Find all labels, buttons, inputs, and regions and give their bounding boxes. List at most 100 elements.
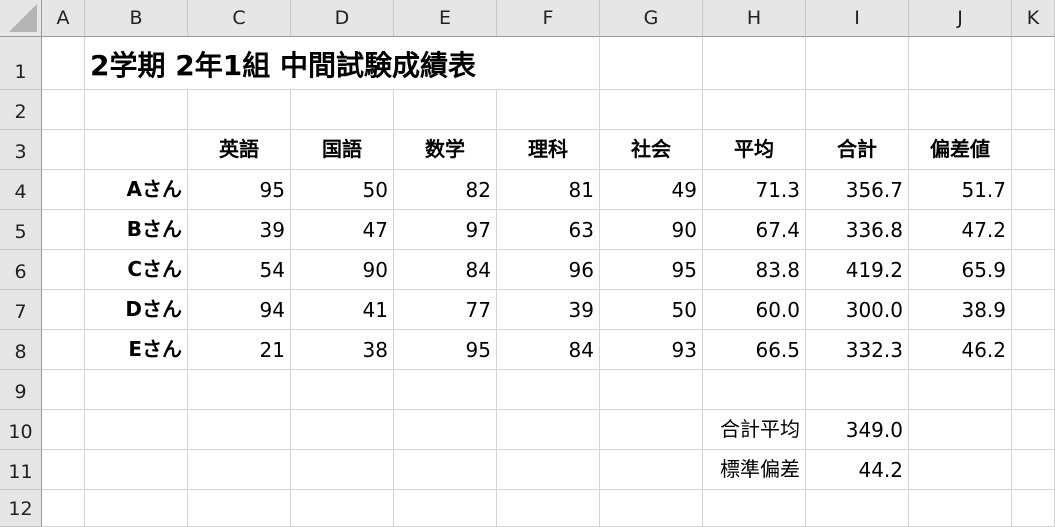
score-cell[interactable]: 39 — [497, 290, 600, 330]
cell-i1[interactable] — [806, 37, 909, 90]
row-header-9[interactable]: 9 — [0, 370, 42, 410]
column-header-c[interactable]: C — [188, 0, 291, 37]
summary-label[interactable]: 標準偏差 — [703, 450, 806, 490]
cell-e2[interactable] — [394, 90, 497, 130]
column-header-a[interactable]: A — [42, 0, 85, 37]
score-cell[interactable]: 90 — [600, 210, 703, 250]
cell-a1[interactable] — [42, 37, 85, 90]
row-header-6[interactable]: 6 — [0, 250, 42, 290]
cell-j2[interactable] — [909, 90, 1012, 130]
cell-h2[interactable] — [703, 90, 806, 130]
column-label[interactable]: 社会 — [600, 130, 703, 170]
cell-b3[interactable] — [85, 130, 188, 170]
column-header-j[interactable]: J — [909, 0, 1012, 37]
score-cell[interactable]: 21 — [188, 330, 291, 370]
cell-f1[interactable] — [497, 37, 600, 90]
cell-i12[interactable] — [806, 490, 909, 527]
score-cell[interactable]: 66.5 — [703, 330, 806, 370]
cell-g11[interactable] — [600, 450, 703, 490]
cell-a5[interactable] — [42, 210, 85, 250]
score-cell[interactable]: 50 — [600, 290, 703, 330]
summary-value[interactable]: 349.0 — [806, 410, 909, 450]
cell-e9[interactable] — [394, 370, 497, 410]
score-cell[interactable]: 90 — [291, 250, 394, 290]
cell-h9[interactable] — [703, 370, 806, 410]
cell-a3[interactable] — [42, 130, 85, 170]
score-cell[interactable]: 46.2 — [909, 330, 1012, 370]
cell-d2[interactable] — [291, 90, 394, 130]
score-cell[interactable]: 82 — [394, 170, 497, 210]
row-header-5[interactable]: 5 — [0, 210, 42, 250]
column-label[interactable]: 英語 — [188, 130, 291, 170]
cell-a10[interactable] — [42, 410, 85, 450]
cell-d9[interactable] — [291, 370, 394, 410]
cell-c9[interactable] — [188, 370, 291, 410]
cell-g2[interactable] — [600, 90, 703, 130]
score-cell[interactable]: 41 — [291, 290, 394, 330]
cell-e10[interactable] — [394, 410, 497, 450]
column-header-g[interactable]: G — [600, 0, 703, 37]
cell-f10[interactable] — [497, 410, 600, 450]
cell-k9[interactable] — [1012, 370, 1055, 410]
row-header-4[interactable]: 4 — [0, 170, 42, 210]
summary-value[interactable]: 44.2 — [806, 450, 909, 490]
student-name[interactable]: Aさん — [85, 170, 188, 210]
cell-j9[interactable] — [909, 370, 1012, 410]
score-cell[interactable]: 39 — [188, 210, 291, 250]
row-header-3[interactable]: 3 — [0, 130, 42, 170]
cell-b2[interactable] — [85, 90, 188, 130]
score-cell[interactable]: 356.7 — [806, 170, 909, 210]
score-cell[interactable]: 97 — [394, 210, 497, 250]
cell-k10[interactable] — [1012, 410, 1055, 450]
student-name[interactable]: Dさん — [85, 290, 188, 330]
cell-j10[interactable] — [909, 410, 1012, 450]
score-cell[interactable]: 96 — [497, 250, 600, 290]
cell-a6[interactable] — [42, 250, 85, 290]
cell-k5[interactable] — [1012, 210, 1055, 250]
cell-b10[interactable] — [85, 410, 188, 450]
cell-k8[interactable] — [1012, 330, 1055, 370]
cell-k3[interactable] — [1012, 130, 1055, 170]
score-cell[interactable]: 84 — [394, 250, 497, 290]
row-header-2[interactable]: 2 — [0, 90, 42, 130]
cell-k12[interactable] — [1012, 490, 1055, 527]
column-label[interactable]: 国語 — [291, 130, 394, 170]
score-cell[interactable]: 71.3 — [703, 170, 806, 210]
cell-j11[interactable] — [909, 450, 1012, 490]
student-name[interactable]: Bさん — [85, 210, 188, 250]
score-cell[interactable]: 95 — [600, 250, 703, 290]
score-cell[interactable]: 65.9 — [909, 250, 1012, 290]
cell-d11[interactable] — [291, 450, 394, 490]
cell-f11[interactable] — [497, 450, 600, 490]
cell-k6[interactable] — [1012, 250, 1055, 290]
column-header-i[interactable]: I — [806, 0, 909, 37]
score-cell[interactable]: 63 — [497, 210, 600, 250]
score-cell[interactable]: 95 — [188, 170, 291, 210]
column-header-e[interactable]: E — [394, 0, 497, 37]
row-header-12[interactable]: 12 — [0, 490, 42, 527]
cell-k4[interactable] — [1012, 170, 1055, 210]
cell-c11[interactable] — [188, 450, 291, 490]
score-cell[interactable]: 49 — [600, 170, 703, 210]
cell-k1[interactable] — [1012, 37, 1055, 90]
score-cell[interactable]: 95 — [394, 330, 497, 370]
cell-g12[interactable] — [600, 490, 703, 527]
row-header-7[interactable]: 7 — [0, 290, 42, 330]
row-header-1[interactable]: 1 — [0, 37, 42, 90]
cell-e12[interactable] — [394, 490, 497, 527]
cell-g10[interactable] — [600, 410, 703, 450]
score-cell[interactable]: 77 — [394, 290, 497, 330]
cell-b9[interactable] — [85, 370, 188, 410]
score-cell[interactable]: 50 — [291, 170, 394, 210]
cell-c10[interactable] — [188, 410, 291, 450]
cell-h1[interactable] — [703, 37, 806, 90]
cell-f2[interactable] — [497, 90, 600, 130]
cell-i9[interactable] — [806, 370, 909, 410]
cell-k7[interactable] — [1012, 290, 1055, 330]
score-cell[interactable]: 93 — [600, 330, 703, 370]
score-cell[interactable]: 51.7 — [909, 170, 1012, 210]
cell-a8[interactable] — [42, 330, 85, 370]
cell-b11[interactable] — [85, 450, 188, 490]
cell-g1[interactable] — [600, 37, 703, 90]
cell-j1[interactable] — [909, 37, 1012, 90]
